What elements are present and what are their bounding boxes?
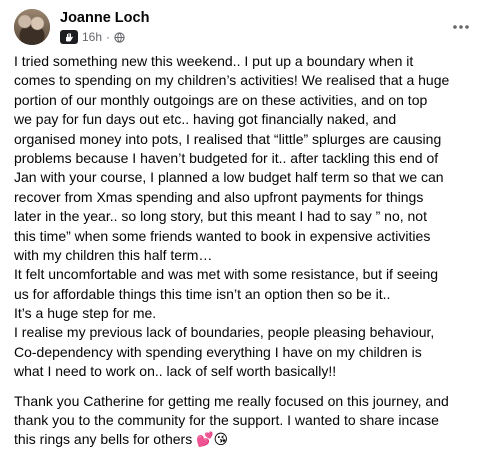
hand-wave-icon	[60, 30, 78, 44]
post-text-line: It’s a huge step for me.	[14, 305, 157, 322]
post-text-line: comes to spending on my children’s activ…	[14, 72, 450, 89]
post-text-line: us for affordable things this time isn’t…	[14, 285, 391, 302]
post-text-line: thank you to the community for the suppo…	[14, 412, 439, 429]
timestamp-link[interactable]: 16h	[82, 30, 102, 44]
more-options-icon	[453, 25, 469, 29]
meta-separator: ·	[106, 30, 111, 44]
post-header: Joanne Loch 16h ·	[14, 9, 479, 45]
post-paragraph-1: I tried something new this weekend.. I p…	[14, 52, 480, 382]
post-text-line: It felt uncomfortable and was met with s…	[14, 266, 439, 283]
post-text-line: organised money into pots, I realised th…	[14, 130, 442, 147]
post-text-line: Jan with your course, I planned a low bu…	[14, 169, 444, 186]
post-text-line: Thank you Catherine for getting me reall…	[14, 392, 449, 409]
post-text-line: what I need to work on.. lack of self wo…	[14, 363, 337, 380]
post-paragraph-2: Thank you Catherine for getting me reall…	[14, 392, 480, 450]
post-text-line: this rings any bells for others 💕😘	[14, 431, 229, 448]
post-text-line: I tried something new this weekend.. I p…	[14, 53, 414, 69]
facebook-post: Joanne Loch 16h · I tried something new …	[0, 0, 491, 473]
post-text-line: I realise my previous lack of boundaries…	[14, 324, 435, 341]
avatar-image	[14, 9, 50, 45]
author-name[interactable]: Joanne Loch	[60, 10, 149, 26]
post-text-line: recover from Xmas spending and also upfr…	[14, 188, 424, 205]
avatar[interactable]	[14, 9, 50, 45]
post-text-line: portion of our monthly outgoings are on …	[14, 91, 428, 108]
post-text-line: with my children this half term…	[14, 246, 213, 263]
post-body: I tried something new this weekend.. I p…	[14, 52, 480, 450]
post-text-line: later in the year.. so long story, but t…	[14, 208, 427, 225]
post-meta: 16h ·	[60, 30, 125, 44]
post-text-line: problems because I haven’t budgeted for …	[14, 149, 439, 166]
globe-icon	[114, 31, 125, 43]
post-text-line: we pay for fun days out etc.. having got…	[14, 111, 397, 128]
post-text-line: Co-dependency with spending everything I…	[14, 343, 422, 360]
post-text-line: this time” when some friends wanted to b…	[14, 227, 431, 244]
more-options-button[interactable]	[447, 13, 475, 41]
